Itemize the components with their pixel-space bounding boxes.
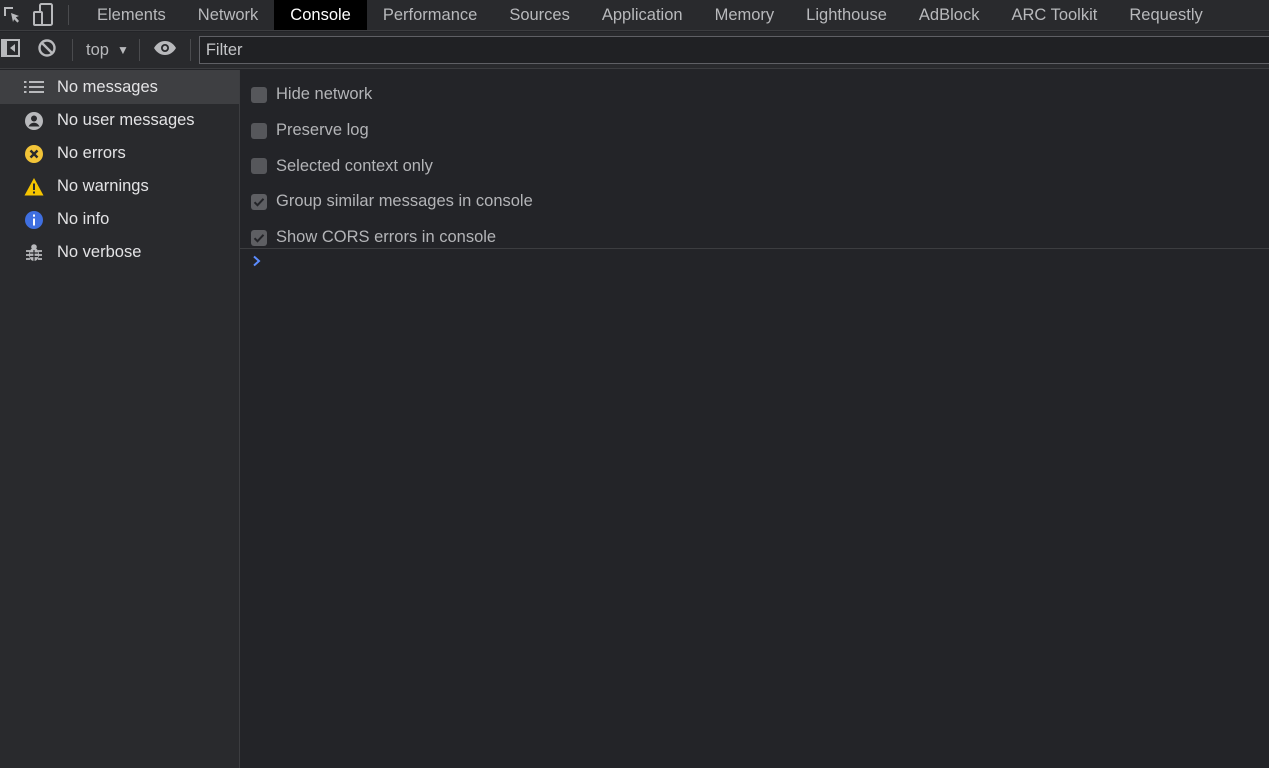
tab-performance[interactable]: Performance xyxy=(367,0,493,30)
error-icon xyxy=(24,144,44,164)
checkbox-label: Selected context only xyxy=(276,156,433,175)
console-settings-pane: Hide network Preserve log Selected conte… xyxy=(240,70,1269,249)
checkbox-label: Preserve log xyxy=(276,121,369,140)
checkbox-box[interactable] xyxy=(251,193,267,210)
prompt-chevron-icon xyxy=(252,255,262,272)
tab-elements[interactable]: Elements xyxy=(81,0,182,30)
tab-console[interactable]: Console xyxy=(274,0,367,30)
checkbox-label: Hide network xyxy=(276,85,373,104)
group-similar-checkbox[interactable]: Group similar messages in console xyxy=(240,184,1269,220)
console-toolbar: top ▼ xyxy=(0,32,1269,69)
clear-icon xyxy=(37,38,57,63)
user-icon xyxy=(24,111,44,131)
sidebar-item-verbose[interactable]: No verbose xyxy=(0,236,239,269)
context-selector-label: top xyxy=(86,40,109,59)
checkbox-box[interactable] xyxy=(251,229,267,246)
clear-console-button[interactable] xyxy=(22,32,72,69)
list-icon xyxy=(24,77,44,97)
context-selector[interactable]: top ▼ xyxy=(73,32,139,69)
checkbox-box[interactable] xyxy=(251,86,267,103)
toolbar-divider xyxy=(189,39,191,61)
sidebar-item-label: No user messages xyxy=(57,111,195,129)
tab-arc-toolkit[interactable]: ARC Toolkit xyxy=(995,0,1113,30)
toolbar-divider xyxy=(68,5,69,25)
warning-icon xyxy=(24,177,44,197)
device-toolbar-icon[interactable] xyxy=(24,0,62,30)
devtools-tab-bar: Elements Network Console Performance Sou… xyxy=(0,0,1269,31)
sidebar-toggle-icon xyxy=(1,38,21,62)
sidebar-item-errors[interactable]: No errors xyxy=(0,137,239,170)
sidebar-item-warnings[interactable]: No warnings xyxy=(0,170,239,203)
bug-icon xyxy=(24,243,44,263)
sidebar-item-label: No info xyxy=(57,210,110,228)
sidebar-item-label: No errors xyxy=(57,144,126,162)
selected-context-only-checkbox[interactable]: Selected context only xyxy=(240,148,1269,184)
checkbox-box[interactable] xyxy=(251,158,267,175)
hide-network-checkbox[interactable]: Hide network xyxy=(240,77,1269,113)
dropdown-triangle-icon: ▼ xyxy=(116,43,129,57)
tab-network[interactable]: Network xyxy=(182,0,275,30)
tab-lighthouse[interactable]: Lighthouse xyxy=(790,0,903,30)
live-expression-button[interactable] xyxy=(140,32,190,69)
inspect-element-icon[interactable] xyxy=(0,0,24,30)
tab-memory[interactable]: Memory xyxy=(699,0,791,30)
console-sidebar: No messages No user messages No errors N… xyxy=(0,70,240,768)
sidebar-item-user-messages[interactable]: No user messages xyxy=(0,104,239,137)
toggle-sidebar-button[interactable] xyxy=(0,32,22,69)
filter-input[interactable] xyxy=(198,36,1269,64)
checkmark-icon xyxy=(253,198,265,207)
info-icon xyxy=(24,210,44,230)
sidebar-item-label: No warnings xyxy=(57,177,149,195)
checkbox-label: Group similar messages in console xyxy=(276,192,533,211)
tab-application[interactable]: Application xyxy=(586,0,699,30)
eye-icon xyxy=(153,40,177,61)
preserve-log-checkbox[interactable]: Preserve log xyxy=(240,113,1269,149)
checkbox-box[interactable] xyxy=(251,122,267,139)
checkbox-label: Show CORS errors in console xyxy=(276,228,497,247)
tab-requestly[interactable]: Requestly xyxy=(1113,0,1218,30)
tab-sources[interactable]: Sources xyxy=(493,0,586,30)
sidebar-item-messages[interactable]: No messages xyxy=(0,70,239,104)
tab-adblock[interactable]: AdBlock xyxy=(903,0,996,30)
checkmark-icon xyxy=(253,233,265,243)
sidebar-item-label: No verbose xyxy=(57,243,142,261)
console-main: Hide network Preserve log Selected conte… xyxy=(240,70,1269,768)
sidebar-item-label: No messages xyxy=(57,77,158,96)
sidebar-item-info[interactable]: No info xyxy=(0,203,239,236)
console-prompt[interactable] xyxy=(240,249,1269,273)
